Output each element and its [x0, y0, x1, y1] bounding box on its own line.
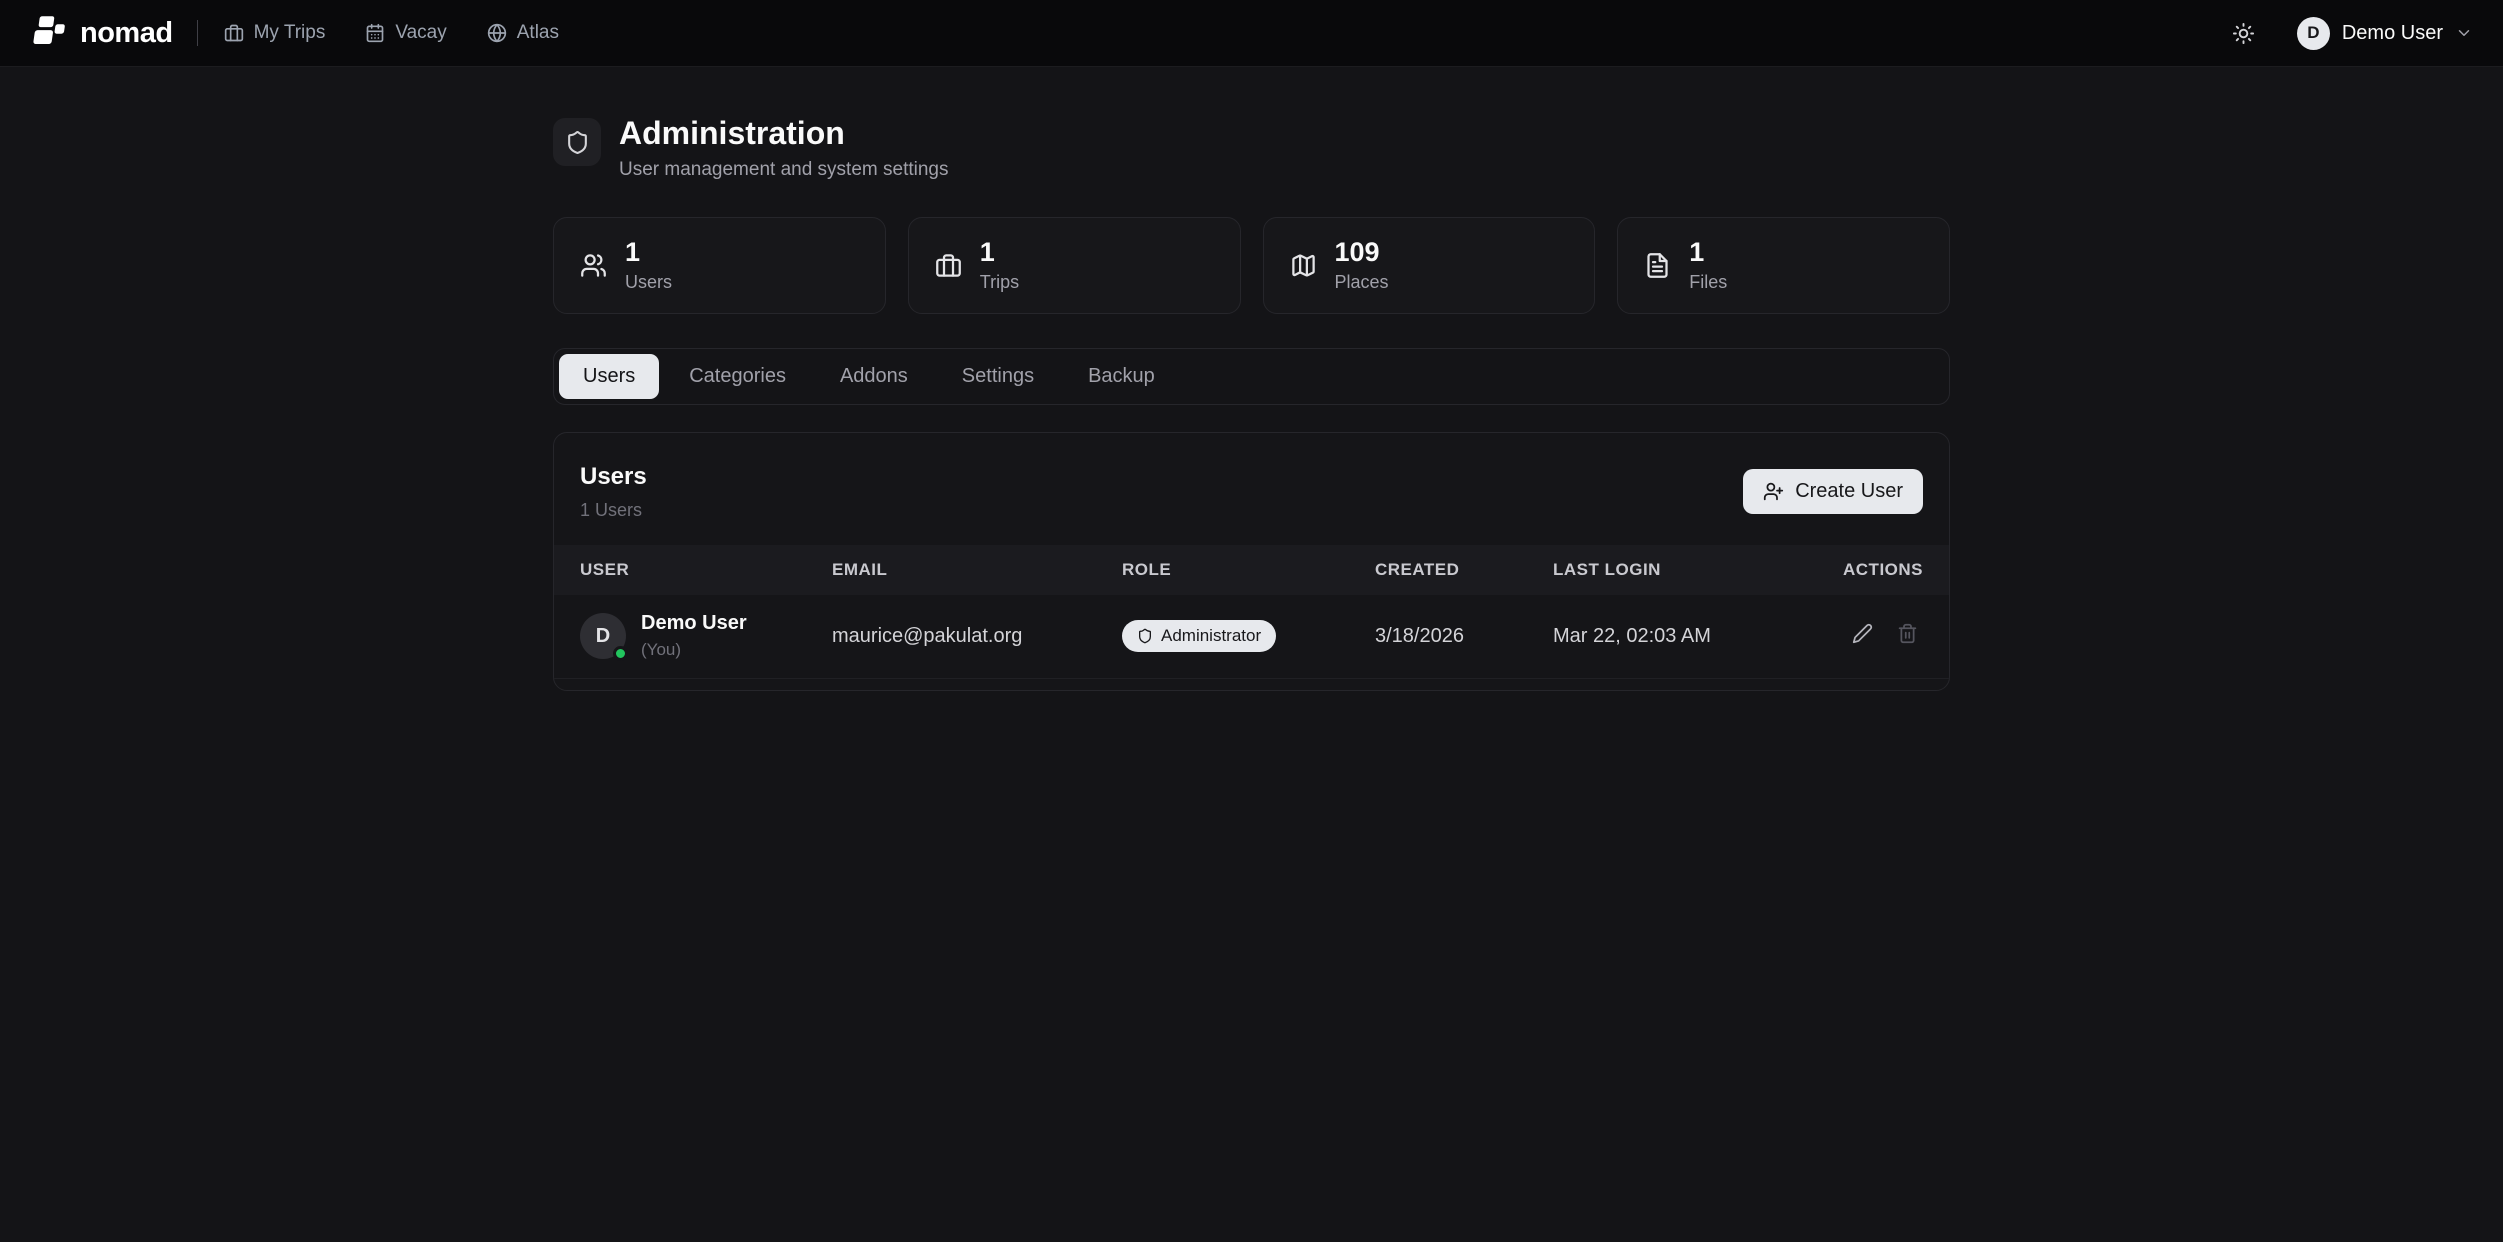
user-menu[interactable]: D Demo User: [2297, 17, 2473, 50]
edit-user-button[interactable]: [1847, 618, 1878, 649]
col-header-last-login: LAST LOGIN: [1553, 560, 1793, 580]
top-navbar: nomad My Trips Vacay Atlas D Demo User: [0, 0, 2503, 67]
users-panel-title-group: Users 1 Users: [580, 463, 647, 521]
briefcase-icon: [224, 23, 244, 43]
col-header-user: USER: [580, 560, 832, 580]
stat-label: Places: [1335, 272, 1389, 293]
user-name: Demo User: [2342, 22, 2443, 45]
admin-page: Administration User management and syste…: [553, 67, 1950, 691]
users-panel: Users 1 Users Create User USER EMAIL ROL…: [553, 432, 1950, 691]
role-cell: Administrator: [1122, 620, 1375, 652]
file-text-icon: [1644, 252, 1671, 279]
delete-user-button[interactable]: [1892, 618, 1923, 649]
stat-card-users: 1 Users: [553, 217, 886, 314]
users-table-header: USER EMAIL ROLE CREATED LAST LOGIN ACTIO…: [554, 545, 1949, 595]
create-user-button[interactable]: Create User: [1743, 469, 1923, 514]
stat-label: Users: [625, 272, 672, 293]
stat-value: 109: [1335, 238, 1389, 268]
users-panel-header: Users 1 Users Create User: [554, 433, 1949, 545]
user-row-you-badge: (You): [641, 640, 747, 660]
create-user-label: Create User: [1795, 480, 1903, 503]
tab-addons[interactable]: Addons: [816, 354, 932, 399]
chevron-down-icon: [2455, 24, 2473, 42]
online-status-dot: [613, 646, 628, 661]
users-icon: [580, 252, 607, 279]
stat-card-files: 1 Files: [1617, 217, 1950, 314]
col-header-created: CREATED: [1375, 560, 1553, 580]
role-badge-label: Administrator: [1161, 626, 1261, 646]
avatar: D: [580, 613, 626, 659]
tab-settings[interactable]: Settings: [938, 354, 1058, 399]
email-cell: maurice@pakulat.org: [832, 625, 1122, 648]
nav-divider: [197, 20, 198, 46]
user-plus-icon: [1763, 481, 1784, 502]
user-name-group: Demo User (You): [641, 612, 747, 660]
tab-backup[interactable]: Backup: [1064, 354, 1179, 399]
briefcase-icon: [935, 252, 962, 279]
page-header: Administration User management and syste…: [553, 115, 1950, 181]
table-row: D Demo User (You) maurice@pakulat.org Ad…: [554, 595, 1949, 679]
role-badge: Administrator: [1122, 620, 1276, 652]
map-icon: [1290, 252, 1317, 279]
globe-icon: [487, 23, 507, 43]
stat-text: 1 Trips: [980, 238, 1019, 293]
shield-icon: [1137, 628, 1153, 644]
col-header-email: EMAIL: [832, 560, 1122, 580]
stat-card-trips: 1 Trips: [908, 217, 1241, 314]
stat-text: 1 Users: [625, 238, 672, 293]
shield-icon: [565, 130, 590, 155]
stats-row: 1 Users 1 Trips 109 Places 1 Files: [553, 217, 1950, 314]
panel-subtitle: 1 Users: [580, 500, 647, 521]
admin-tabs: Users Categories Addons Settings Backup: [553, 348, 1950, 405]
nav-links: My Trips Vacay Atlas: [224, 22, 559, 44]
navbar-right: D Demo User: [2226, 16, 2473, 51]
user-cell: D Demo User (You): [580, 612, 832, 660]
stat-text: 1 Files: [1689, 238, 1727, 293]
stat-text: 109 Places: [1335, 238, 1389, 293]
tab-users[interactable]: Users: [559, 354, 659, 399]
user-row-name: Demo User: [641, 612, 747, 635]
shield-iconbox: [553, 118, 601, 166]
page-title: Administration: [619, 115, 949, 152]
stat-value: 1: [1689, 238, 1727, 268]
trash-icon: [1897, 623, 1918, 644]
theme-toggle-button[interactable]: [2226, 16, 2261, 51]
col-header-actions: ACTIONS: [1793, 560, 1923, 580]
nav-link-atlas[interactable]: Atlas: [487, 22, 559, 44]
col-header-role: ROLE: [1122, 560, 1375, 580]
nav-link-vacay[interactable]: Vacay: [365, 22, 446, 44]
calendar-icon: [365, 23, 385, 43]
stat-card-places: 109 Places: [1263, 217, 1596, 314]
tab-categories[interactable]: Categories: [665, 354, 810, 399]
page-header-text: Administration User management and syste…: [619, 115, 949, 181]
panel-title: Users: [580, 463, 647, 491]
nomad-logo-icon: [30, 14, 68, 52]
nav-link-label: Vacay: [395, 22, 446, 44]
page-subtitle: User management and system settings: [619, 159, 949, 181]
created-cell: 3/18/2026: [1375, 625, 1553, 648]
nav-link-label: My Trips: [254, 22, 326, 44]
sun-icon: [2232, 22, 2255, 45]
brand-logo[interactable]: nomad: [30, 14, 173, 52]
pencil-icon: [1852, 623, 1873, 644]
stat-value: 1: [625, 238, 672, 268]
stat-label: Files: [1689, 272, 1727, 293]
avatar: D: [2297, 17, 2330, 50]
brand-name: nomad: [80, 17, 173, 50]
actions-cell: [1793, 618, 1923, 654]
nav-link-label: Atlas: [517, 22, 559, 44]
nav-link-my-trips[interactable]: My Trips: [224, 22, 326, 44]
last-login-cell: Mar 22, 02:03 AM: [1553, 625, 1793, 648]
stat-label: Trips: [980, 272, 1019, 293]
stat-value: 1: [980, 238, 1019, 268]
